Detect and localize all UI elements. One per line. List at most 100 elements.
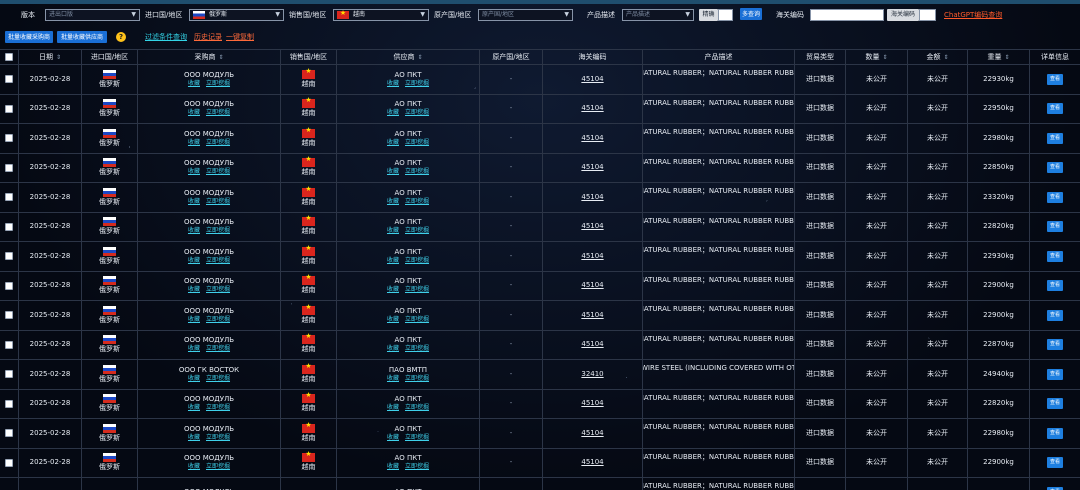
supplier-mine-link[interactable]: 立即挖掘 [405, 80, 429, 87]
hs-code-link[interactable]: 45104 [581, 252, 603, 261]
buyer-mine-link[interactable]: 立即挖掘 [206, 434, 230, 441]
supplier-mine-link[interactable]: 立即挖掘 [405, 109, 429, 116]
row-checkbox[interactable] [5, 75, 13, 84]
buyer-mine-link[interactable]: 立即挖掘 [206, 404, 230, 411]
hs-code-input[interactable] [810, 9, 884, 21]
precise-checkbox[interactable] [718, 9, 733, 21]
row-checkbox[interactable] [5, 163, 13, 172]
hs-code-link[interactable]: 45104 [581, 458, 603, 467]
view-detail-button[interactable]: 查看 [1047, 250, 1063, 262]
filter-query-link[interactable]: 过滤条件查询 [145, 31, 187, 43]
supplier-collect-link[interactable]: 收藏 [387, 463, 399, 470]
buyer-mine-link[interactable]: 立即挖掘 [206, 375, 230, 382]
buyer-mine-link[interactable]: 立即挖掘 [206, 139, 230, 146]
buyer-collect-link[interactable]: 收藏 [188, 286, 200, 293]
buyer-mine-link[interactable]: 立即挖掘 [206, 286, 230, 293]
header-quantity[interactable]: 数量 ⇕ [846, 50, 908, 64]
view-detail-button[interactable]: 查看 [1047, 103, 1063, 115]
supplier-mine-link[interactable]: 立即挖掘 [405, 404, 429, 411]
buyer-collect-link[interactable]: 收藏 [188, 345, 200, 352]
supplier-mine-link[interactable]: 立即挖掘 [405, 198, 429, 205]
buyer-collect-link[interactable]: 收藏 [188, 109, 200, 116]
batch-fav-buyers-button[interactable]: 批量收藏采购商 [5, 31, 53, 43]
origin-country-select[interactable]: 原产国/地区 ▼ [478, 9, 573, 21]
buyer-collect-link[interactable]: 收藏 [188, 434, 200, 441]
supplier-mine-link[interactable]: 立即挖掘 [405, 139, 429, 146]
supplier-mine-link[interactable]: 立即挖掘 [405, 316, 429, 323]
supplier-mine-link[interactable]: 立即挖掘 [405, 345, 429, 352]
header-amount[interactable]: 金额 ⇕ [908, 50, 968, 64]
hs-code-lookup-button[interactable]: 海关编码 [887, 9, 919, 21]
supplier-mine-link[interactable]: 立即挖掘 [405, 168, 429, 175]
buyer-mine-link[interactable]: 立即挖掘 [206, 257, 230, 264]
hs-code-link[interactable]: 45104 [581, 104, 603, 113]
supplier-collect-link[interactable]: 收藏 [387, 139, 399, 146]
view-detail-button[interactable]: 查看 [1047, 309, 1063, 321]
supplier-collect-link[interactable]: 收藏 [387, 109, 399, 116]
row-checkbox[interactable] [5, 399, 13, 408]
view-detail-button[interactable]: 查看 [1047, 398, 1063, 410]
buyer-mine-link[interactable]: 立即挖掘 [206, 345, 230, 352]
buyer-collect-link[interactable]: 收藏 [188, 139, 200, 146]
header-weight[interactable]: 重量 ⇕ [968, 50, 1030, 64]
supplier-mine-link[interactable]: 立即挖掘 [405, 227, 429, 234]
view-detail-button[interactable]: 查看 [1047, 162, 1063, 174]
buyer-mine-link[interactable]: 立即挖掘 [206, 80, 230, 87]
buyer-mine-link[interactable]: 立即挖掘 [206, 198, 230, 205]
precise-toggle[interactable]: 精确 [699, 9, 718, 21]
help-icon[interactable]: ? [116, 32, 126, 42]
hs-code-link[interactable]: 45104 [581, 134, 603, 143]
supplier-mine-link[interactable]: 立即挖掘 [405, 286, 429, 293]
view-detail-button[interactable]: 查看 [1047, 339, 1063, 351]
buyer-collect-link[interactable]: 收藏 [188, 80, 200, 87]
version-select[interactable]: 进出口版 ▼ [45, 9, 140, 21]
view-detail-button[interactable]: 查看 [1047, 73, 1063, 85]
row-checkbox[interactable] [5, 370, 13, 379]
supplier-mine-link[interactable]: 立即挖掘 [405, 257, 429, 264]
supplier-collect-link[interactable]: 收藏 [387, 198, 399, 205]
row-checkbox[interactable] [5, 252, 13, 261]
buyer-mine-link[interactable]: 立即挖掘 [206, 316, 230, 323]
import-country-select[interactable]: 俄罗斯 ▼ [189, 9, 284, 21]
supplier-collect-link[interactable]: 收藏 [387, 316, 399, 323]
view-detail-button[interactable]: 查看 [1047, 368, 1063, 380]
sales-country-select[interactable]: 越南 ▼ [333, 9, 429, 21]
view-detail-button[interactable]: 查看 [1047, 132, 1063, 144]
supplier-collect-link[interactable]: 收藏 [387, 434, 399, 441]
hs-code-checkbox[interactable] [919, 9, 936, 21]
supplier-collect-link[interactable]: 收藏 [387, 257, 399, 264]
row-checkbox[interactable] [5, 311, 13, 320]
row-checkbox[interactable] [5, 134, 13, 143]
supplier-collect-link[interactable]: 收藏 [387, 227, 399, 234]
product-desc-input[interactable]: 产品描述 ▼ [622, 9, 694, 21]
row-checkbox[interactable] [5, 429, 13, 438]
hs-code-link[interactable]: 45104 [581, 193, 603, 202]
view-detail-button[interactable]: 查看 [1047, 191, 1063, 203]
row-checkbox[interactable] [5, 193, 13, 202]
hs-code-link[interactable]: 45104 [581, 340, 603, 349]
supplier-mine-link[interactable]: 立即挖掘 [405, 463, 429, 470]
buyer-collect-link[interactable]: 收藏 [188, 404, 200, 411]
view-detail-button[interactable]: 查看 [1047, 457, 1063, 469]
history-link[interactable]: 历史记录 [194, 31, 222, 43]
hs-code-link[interactable]: 45104 [581, 311, 603, 320]
supplier-collect-link[interactable]: 收藏 [387, 286, 399, 293]
hs-code-link[interactable]: 32410 [581, 370, 603, 379]
hs-code-link[interactable]: 45104 [581, 429, 603, 438]
row-checkbox[interactable] [5, 340, 13, 349]
row-checkbox[interactable] [5, 222, 13, 231]
supplier-collect-link[interactable]: 收藏 [387, 345, 399, 352]
hs-code-link[interactable]: 45104 [581, 399, 603, 408]
buyer-mine-link[interactable]: 立即挖掘 [206, 109, 230, 116]
hs-code-link[interactable]: 45104 [581, 163, 603, 172]
row-checkbox[interactable] [5, 281, 13, 290]
buyer-collect-link[interactable]: 收藏 [188, 463, 200, 470]
row-checkbox[interactable] [5, 458, 13, 467]
hs-code-link[interactable]: 45104 [581, 281, 603, 290]
batch-fav-suppliers-button[interactable]: 批量收藏供应商 [57, 31, 107, 43]
supplier-mine-link[interactable]: 立即挖掘 [405, 375, 429, 382]
select-all-checkbox[interactable] [5, 53, 13, 61]
buyer-mine-link[interactable]: 立即挖掘 [206, 463, 230, 470]
buyer-collect-link[interactable]: 收藏 [188, 168, 200, 175]
buyer-collect-link[interactable]: 收藏 [188, 316, 200, 323]
